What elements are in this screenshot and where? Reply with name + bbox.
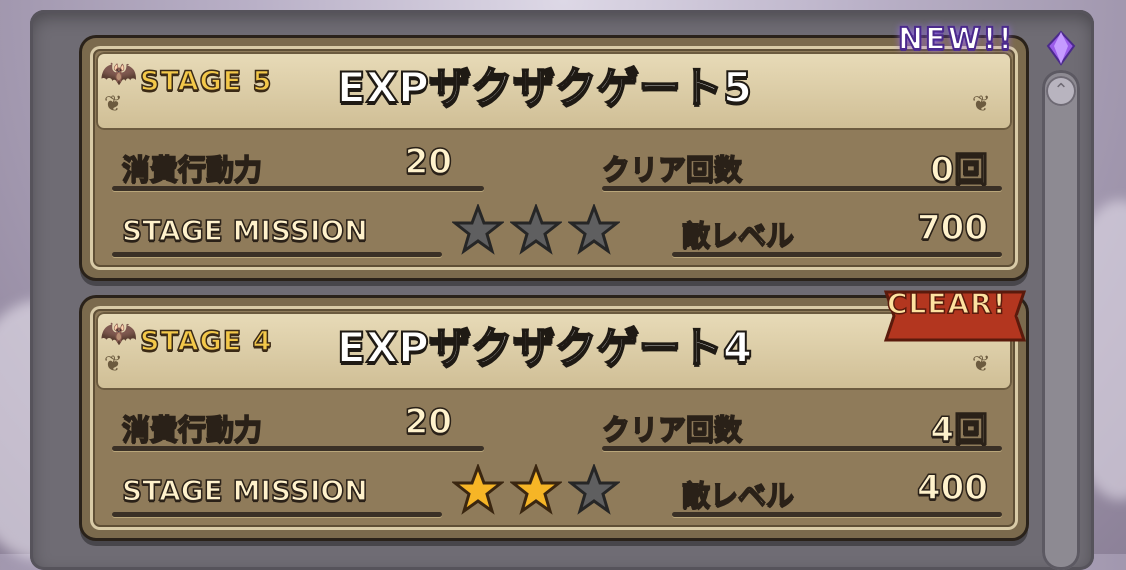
new-badge: NEW!! bbox=[897, 21, 1015, 58]
mission-star-icon bbox=[452, 464, 504, 515]
clears-value: 4回 bbox=[930, 409, 989, 451]
clears-label: クリア回数 bbox=[601, 412, 743, 447]
purple-gem-icon bbox=[1046, 30, 1076, 66]
ornament-icon: ❦ bbox=[972, 352, 991, 377]
mission-star-icon bbox=[568, 464, 620, 515]
scroll-up-icon[interactable]: ⌃ bbox=[1046, 76, 1076, 106]
stage-title: EXPザクザクゲート5 bbox=[336, 62, 753, 113]
stage-label: STAGE 4 bbox=[139, 325, 273, 358]
cost-value: 20 bbox=[404, 401, 453, 443]
bat-icon: 🦇 bbox=[100, 316, 138, 351]
clears-label: クリア回数 bbox=[601, 152, 743, 187]
mission-star-icon bbox=[510, 464, 562, 515]
cost-value: 20 bbox=[404, 141, 453, 183]
enemy-level-label: 敵レベル bbox=[681, 218, 795, 253]
clear-badge: CLEAR! bbox=[886, 286, 1007, 321]
enemy-level-value: 400 bbox=[916, 467, 988, 509]
divider bbox=[602, 186, 1002, 191]
mission-label: STAGE MISSION bbox=[121, 473, 368, 508]
enemy-level-label: 敵レベル bbox=[681, 478, 795, 513]
enemy-level-value: 700 bbox=[916, 207, 988, 249]
scrollbar-track[interactable]: ⌃ bbox=[1042, 70, 1080, 570]
mission-label: STAGE MISSION bbox=[121, 213, 368, 248]
divider bbox=[672, 512, 1002, 517]
divider bbox=[112, 512, 442, 517]
clears-value: 0回 bbox=[930, 149, 989, 191]
divider bbox=[602, 446, 1002, 451]
cost-label: 消費行動力 bbox=[121, 152, 263, 187]
divider bbox=[112, 446, 484, 451]
divider bbox=[112, 186, 484, 191]
cost-label: 消費行動力 bbox=[121, 412, 263, 447]
mission-star-icon bbox=[510, 204, 562, 255]
bat-icon: 🦇 bbox=[100, 56, 138, 91]
stage-title: EXPザクザクゲート4 bbox=[336, 322, 753, 373]
mission-star-icon bbox=[452, 204, 504, 255]
ornament-icon: ❦ bbox=[972, 92, 991, 117]
stage-label: STAGE 5 bbox=[139, 65, 273, 98]
ornament-icon: ❦ bbox=[104, 352, 123, 377]
divider bbox=[112, 252, 442, 257]
mission-star-icon bbox=[568, 204, 620, 255]
divider bbox=[672, 252, 1002, 257]
ornament-icon: ❦ bbox=[104, 92, 123, 117]
stage-card-5[interactable]: 🦇 ❦ ❦ STAGE 5 EXPザクザクゲート5 消費行動力 20 クリア回数… bbox=[82, 38, 1026, 278]
